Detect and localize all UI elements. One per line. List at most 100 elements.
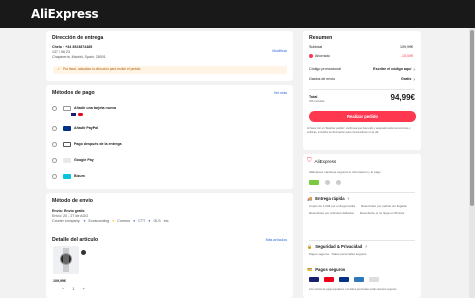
shipping-type: Envío: Envío gratis xyxy=(52,209,85,213)
quantity-value: 1 xyxy=(72,286,75,291)
courier-row: Courier company: ● Ecosconding ● Correos ●… xyxy=(52,219,169,223)
address-warning: ⚠ Por favor, actualiza tu dirección para… xyxy=(53,66,287,74)
payment-option-googlepay[interactable]: Google Pay xyxy=(52,158,94,163)
delivery-item: Cupón de 1,00€ por entrega tardía xyxy=(309,204,356,208)
gpay-icon xyxy=(369,277,379,282)
delivery-title: Entrega rápida xyxy=(315,196,345,202)
trust-card: ⛉ AliExpress AliExpress mantiene seguros… xyxy=(303,154,421,298)
trust-text: AliExpress mantiene seguros tu informaci… xyxy=(309,170,381,174)
watch-strap xyxy=(63,248,69,272)
legal-text: Al hacer clic en 'Realizar pedido', conf… xyxy=(307,127,411,134)
lock-icon: 🔒 xyxy=(307,244,313,250)
shipping-title: Método de envío xyxy=(52,198,93,204)
increase-button[interactable]: + xyxy=(83,286,85,292)
decrease-button[interactable]: − xyxy=(62,286,64,292)
summary-title: Resumen xyxy=(309,35,333,41)
payment-radio[interactable] xyxy=(52,174,57,179)
chevron-right-icon: › xyxy=(365,244,367,250)
mastercard-icon xyxy=(78,113,83,116)
warning-icon: ⚠ xyxy=(57,67,60,72)
summary-card: Resumen Subtotal 109,99€ Ahorrado -15,00… xyxy=(303,31,421,150)
security-text: Pagos seguros · Datos personales seguros xyxy=(309,252,367,256)
card-shield-icon: 💳 xyxy=(307,267,313,272)
address-title: Dirección de entrega xyxy=(52,35,104,41)
payment-option-bizum[interactable]: Bizum xyxy=(52,174,85,179)
paypal-icon xyxy=(339,277,349,282)
security-section[interactable]: 🔒 Seguridad & Privacidad › xyxy=(307,244,367,250)
visa-icon xyxy=(71,113,76,116)
googlepay-icon xyxy=(63,158,71,163)
delivery-item: Reembolso si no llega en 56 días xyxy=(359,211,405,215)
shipping-eta: Envío: 20 - 27 de AGO xyxy=(52,214,89,218)
payment-radio[interactable] xyxy=(52,126,57,131)
payment-option-label: Añadir una tarjeta nueva xyxy=(74,106,116,111)
product-price: 109,99€ xyxy=(53,279,66,283)
payments-section[interactable]: 💳 Pagos seguros xyxy=(307,267,345,272)
payment-option-label: Añadir PayPal xyxy=(74,126,99,131)
payment-option-paypal[interactable]: Añadir PayPal xyxy=(52,126,98,131)
courier-item: etc. xyxy=(163,219,170,223)
courier-item: GLS xyxy=(153,219,161,223)
courier-item: Correos xyxy=(117,219,131,223)
courier-dot-icon: ● xyxy=(112,219,115,223)
savings-value: -15,00€ xyxy=(400,54,413,58)
warning-text: Por favor, actualiza tu dirección para r… xyxy=(62,67,141,72)
payment-title: Métodos de pago xyxy=(52,90,95,96)
trust-brand: ⛉ AliExpress xyxy=(307,158,336,165)
product-thumb[interactable] xyxy=(81,250,86,255)
more-items-link[interactable]: Más artículos xyxy=(266,238,287,242)
payment-card: Métodos de pago Ver más Añadir una tarje… xyxy=(46,85,293,189)
payment-option-card[interactable]: Añadir una tarjeta nueva xyxy=(52,106,116,111)
payments-text: Con socios de pago populares, tus datos … xyxy=(309,288,398,291)
aliexpress-logo[interactable]: AliExpress xyxy=(31,7,99,21)
payment-option-label: Pago después de la entrega xyxy=(74,142,122,147)
card-brand-icons xyxy=(71,113,83,116)
payment-option-delivery[interactable]: Pago después de la entrega xyxy=(52,142,122,147)
promo-placeholder: Escribe el código aquí xyxy=(373,67,412,71)
subtotal-label: Subtotal xyxy=(309,45,323,49)
payments-title: Pagos seguros xyxy=(315,267,346,272)
trust-divider xyxy=(309,240,415,241)
delivery-detail-1: Cupón de 1,00€ por entrega tardía Reembo… xyxy=(309,204,407,209)
badge-icon xyxy=(309,180,319,185)
truck-icon: 🚚 xyxy=(307,196,313,202)
courier-label: Courier company: xyxy=(52,219,81,223)
shipping-cost-text: Gratis xyxy=(400,77,412,81)
payment-radio[interactable] xyxy=(52,106,57,111)
chevron-right-icon: › xyxy=(347,196,350,202)
items-title: Detalle del artículo xyxy=(52,237,99,243)
delivery-item: Reembolso por pedido sin llegada xyxy=(361,204,407,208)
promo-input[interactable]: Escribe el código aquí › xyxy=(373,67,415,73)
courier-item: Ecosconding xyxy=(88,219,110,223)
chevron-right-icon: › xyxy=(413,67,415,73)
payment-more-link[interactable]: Ver más xyxy=(274,91,287,95)
courier-item: CTT xyxy=(138,219,146,223)
bizum-icon xyxy=(63,174,71,179)
courier-dot-icon: ● xyxy=(83,219,86,223)
promo-label: Código promocional xyxy=(309,67,341,71)
payment-radio[interactable] xyxy=(52,142,57,147)
payment-radio[interactable] xyxy=(52,158,57,163)
trust-brand-label: AliExpress xyxy=(314,158,337,164)
paypal-icon xyxy=(63,126,71,131)
badge-icon xyxy=(336,180,341,185)
amex-icon xyxy=(354,277,364,282)
payment-option-label: Google Pay xyxy=(74,158,94,163)
shield-icon: ⛉ xyxy=(307,158,312,164)
quantity-stepper[interactable]: − 1 + xyxy=(62,286,85,292)
total-sub: IVA incluido xyxy=(309,99,325,103)
product-image[interactable] xyxy=(53,246,79,274)
delivery-item: Reembolso por artículos dañados xyxy=(309,211,354,215)
courier-dot-icon: ● xyxy=(148,219,151,223)
shipping-cost-value[interactable]: Gratis › xyxy=(401,77,415,83)
savings-icon xyxy=(309,54,313,59)
mastercard-icon xyxy=(324,277,334,282)
delivery-section[interactable]: 🚚 Entrega rápida › xyxy=(307,196,349,202)
shipping-card: Método de envío Envío: Envío gratis Enví… xyxy=(46,193,293,298)
badge-icon xyxy=(325,180,330,185)
place-order-button[interactable]: Realizar pedido xyxy=(309,111,416,122)
modify-address-link[interactable]: Modificar xyxy=(272,49,287,53)
scrollbar-thumb[interactable] xyxy=(470,30,474,206)
top-bar: AliExpress xyxy=(0,0,475,28)
summary-divider xyxy=(309,89,415,90)
